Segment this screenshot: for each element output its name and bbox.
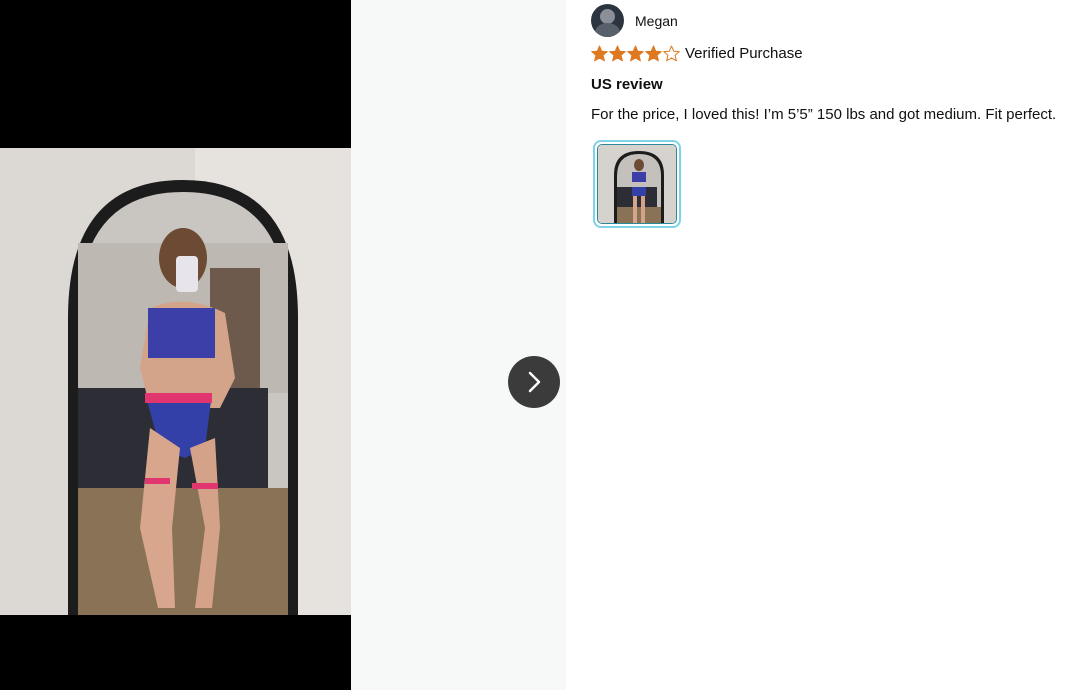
next-image-button[interactable] [508,356,560,408]
reviewer-profile[interactable]: Megan [591,4,678,37]
verified-purchase-badge: Verified Purchase [685,45,803,62]
media-viewer [0,0,566,690]
rating-row: Verified Purchase [591,45,803,62]
review-photo-frame [0,0,351,690]
star-empty-icon [663,45,680,62]
review-title: US review [591,76,663,93]
star-filled-icon [627,45,644,62]
avatar[interactable] [591,4,624,37]
reviewer-name[interactable]: Megan [635,13,678,29]
review-panel: Megan Verified Purchase US review For th… [566,0,1080,690]
review-image-thumbnail[interactable] [593,140,681,228]
star-filled-icon [591,45,608,62]
chevron-right-icon [528,371,541,393]
review-photo[interactable] [0,148,351,615]
star-filled-icon [609,45,626,62]
star-filled-icon [645,45,662,62]
star-rating[interactable] [591,45,681,62]
review-body: For the price, I loved this! I’m 5’5” 15… [591,106,1057,123]
